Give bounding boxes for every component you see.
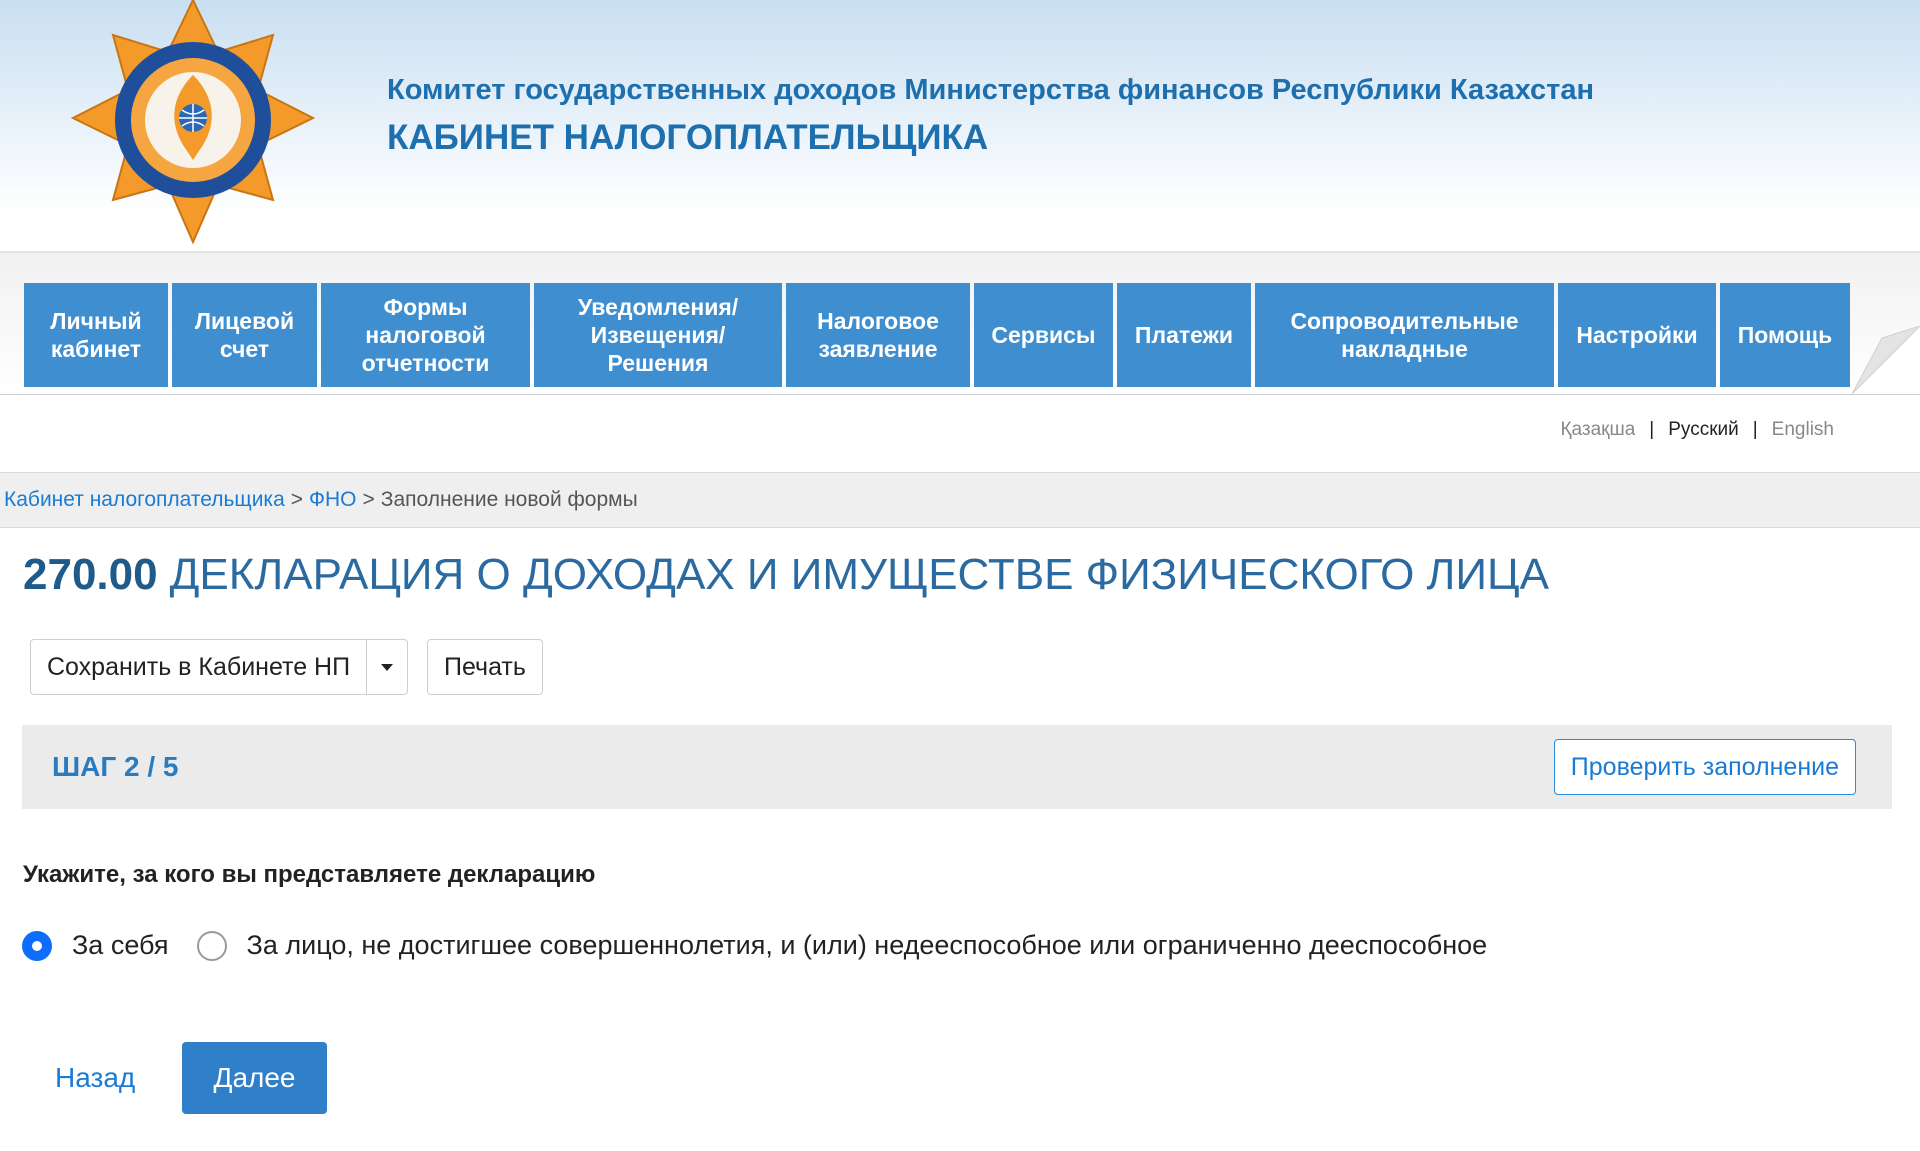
back-link[interactable]: Назад xyxy=(55,1062,135,1094)
print-button[interactable]: Печать xyxy=(427,639,543,695)
language-switcher: Қазақша | Русский | English xyxy=(1560,419,1834,441)
step-bar: ШАГ 2 / 5 Проверить заполнение xyxy=(22,725,1892,809)
lang-english-link[interactable]: English xyxy=(1772,419,1834,441)
nav-item-payments[interactable]: Платежи xyxy=(1117,283,1251,387)
page-title: 270.00 ДЕКЛАРАЦИЯ О ДОХОДАХ И ИМУЩЕСТВЕ Ф… xyxy=(23,550,1549,600)
header-title: Комитет государственных доходов Министер… xyxy=(387,74,1594,106)
save-dropdown-toggle[interactable] xyxy=(367,640,407,694)
radio-minor[interactable] xyxy=(196,930,227,961)
lang-kazakh-link[interactable]: Қазақша xyxy=(1560,419,1635,441)
site-header: Комитет государственных доходов Министер… xyxy=(0,0,1920,253)
radio-minor-label: За лицо, не достигшее совершеннолетия, и… xyxy=(246,930,1488,960)
header-subtitle: КАБИНЕТ НАЛОГОПЛАТЕЛЬЩИКА xyxy=(387,118,989,157)
breadcrumb: Кабинет налогоплательщика > ФНО > Заполн… xyxy=(0,472,1920,528)
step-indicator: ШАГ 2 / 5 xyxy=(52,751,179,782)
caret-down-icon xyxy=(381,664,394,671)
question-label: Укажите, за кого вы представляете деклар… xyxy=(23,861,596,888)
nav-item-personal-account[interactable]: Лицевой счет xyxy=(172,283,317,387)
declarant-radio-group: За себя За лицо, не достигшее совершенно… xyxy=(22,930,1515,961)
nav-item-tax-forms[interactable]: Формы налоговой отчетности xyxy=(321,283,530,387)
radio-option-minor[interactable]: За лицо, не достигшее совершеннолетия, и… xyxy=(196,930,1488,961)
lang-russian-link[interactable]: Русский xyxy=(1668,419,1739,441)
main-nav: Личный кабинет Лицевой счет Формы налого… xyxy=(24,283,1850,387)
breadcrumb-separator: > xyxy=(290,488,304,511)
lang-separator: | xyxy=(1649,419,1655,440)
page-curl-decoration xyxy=(1852,326,1920,394)
nav-item-personal-cabinet[interactable]: Личный кабинет xyxy=(24,283,168,387)
nav-item-waybills[interactable]: Сопроводительные накладные xyxy=(1255,283,1554,387)
breadcrumb-link-cabinet[interactable]: Кабинет налогоплательщика xyxy=(4,488,285,512)
nav-item-notifications[interactable]: Уведомления/ Извещения/ Решения xyxy=(534,283,782,387)
nav-item-help[interactable]: Помощь xyxy=(1720,283,1850,387)
breadcrumb-current: Заполнение новой формы xyxy=(380,488,638,511)
nav-item-services[interactable]: Сервисы xyxy=(974,283,1113,387)
nav-item-tax-application[interactable]: Налоговое заявление xyxy=(786,283,970,387)
next-button[interactable]: Далее xyxy=(182,1042,327,1114)
form-name: ДЕКЛАРАЦИЯ О ДОХОДАХ И ИМУЩЕСТВЕ ФИЗИЧЕС… xyxy=(169,550,1549,599)
breadcrumb-link-fno[interactable]: ФНО xyxy=(309,488,356,512)
nav-item-settings[interactable]: Настройки xyxy=(1558,283,1716,387)
save-button-group: Сохранить в Кабинете НП xyxy=(30,639,409,695)
lang-separator: | xyxy=(1752,419,1758,440)
breadcrumb-separator: > xyxy=(362,488,375,511)
form-code: 270.00 xyxy=(23,550,158,599)
save-button[interactable]: Сохранить в Кабинете НП xyxy=(31,640,368,694)
committee-logo-icon xyxy=(70,0,316,245)
check-form-button[interactable]: Проверить заполнение xyxy=(1553,739,1856,795)
radio-self-label: За себя xyxy=(72,930,169,960)
radio-option-self[interactable]: За себя xyxy=(22,930,169,961)
radio-self[interactable] xyxy=(22,930,52,961)
